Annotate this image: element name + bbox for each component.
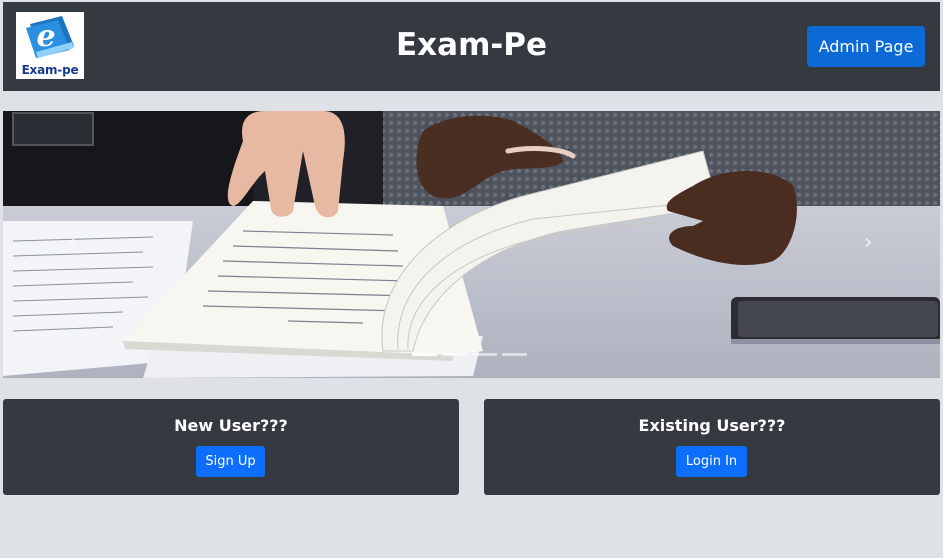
admin-page-button[interactable]: Admin Page xyxy=(807,26,925,67)
new-user-card: New User??? Sign Up xyxy=(3,399,459,495)
login-button[interactable]: Login In xyxy=(676,446,747,477)
chevron-left-icon: ‹ xyxy=(67,230,77,255)
carousel-slide-image xyxy=(3,111,940,378)
carousel-indicator-2[interactable] xyxy=(442,353,467,356)
site-logo[interactable]: e Exam-pe xyxy=(16,12,84,79)
existing-user-title: Existing User??? xyxy=(638,416,786,435)
image-carousel: ‹ › xyxy=(3,111,940,378)
logo-icon: e xyxy=(26,16,74,58)
carousel-indicators xyxy=(412,353,527,356)
svg-text:e: e xyxy=(36,19,55,54)
carousel-indicator-4[interactable] xyxy=(502,353,527,356)
sign-up-button[interactable]: Sign Up xyxy=(196,446,265,477)
page-title: Exam-Pe xyxy=(395,27,547,63)
new-user-title: New User??? xyxy=(174,416,288,435)
logo-text: Exam-pe xyxy=(21,63,79,77)
carousel-next-button[interactable]: › xyxy=(856,229,880,257)
carousel-indicator-3[interactable] xyxy=(472,353,497,356)
existing-user-card: Existing User??? Login In xyxy=(484,399,940,495)
chevron-right-icon: › xyxy=(863,230,873,255)
top-navbar: e Exam-pe Exam-Pe Admin Page xyxy=(3,2,940,91)
carousel-prev-button[interactable]: ‹ xyxy=(60,229,84,257)
carousel-indicator-1[interactable] xyxy=(412,353,437,356)
